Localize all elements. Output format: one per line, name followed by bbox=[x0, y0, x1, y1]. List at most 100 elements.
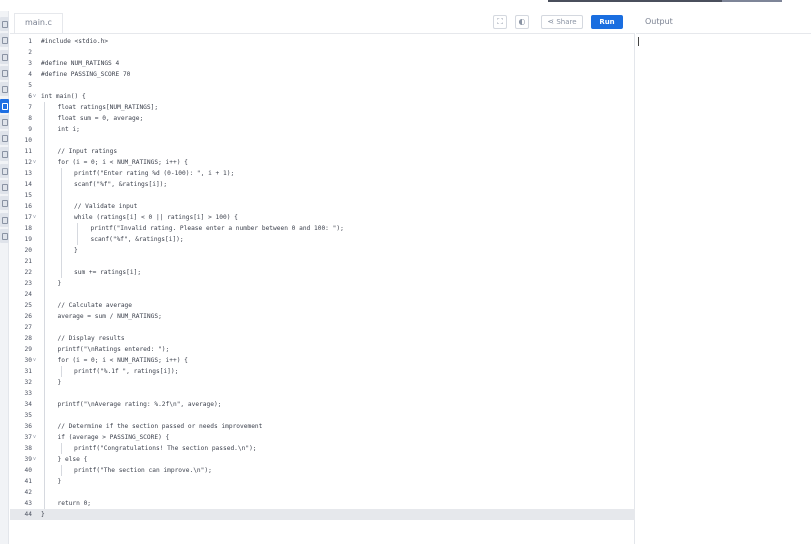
code-line[interactable]: 19 scanf("%f", &ratings[i]); bbox=[10, 234, 635, 245]
code-line[interactable]: 33 bbox=[10, 388, 635, 399]
indent-guide bbox=[44, 278, 45, 289]
output-cursor[interactable] bbox=[638, 37, 639, 46]
indent-guide bbox=[44, 311, 45, 322]
code-line[interactable]: 43 return 0; bbox=[10, 498, 635, 509]
indent-guide bbox=[60, 168, 62, 179]
code-line[interactable]: 27 bbox=[10, 322, 635, 333]
code-line[interactable]: 7 float ratings[NUM_RATINGS]; bbox=[10, 102, 635, 113]
theme-toggle-button[interactable]: ◐ bbox=[515, 15, 529, 29]
code-line[interactable]: 40 printf("The section can improve.\n"); bbox=[10, 465, 635, 476]
line-number: 30 bbox=[24, 357, 32, 364]
code-text: printf("Congratulations! The section pas… bbox=[74, 445, 257, 452]
code-line[interactable]: 16 // Validate input bbox=[10, 201, 635, 212]
warning-icon[interactable] bbox=[0, 212, 9, 227]
code-line[interactable]: 38 printf("Congratulations! The section p… bbox=[10, 443, 635, 454]
line-number: 31 bbox=[24, 368, 32, 375]
indent-guide bbox=[44, 245, 45, 256]
line-number: 41 bbox=[24, 478, 32, 485]
code-line[interactable]: 30 v for (i = 0; i < NUM_RATINGS; i++) { bbox=[10, 355, 635, 366]
box-icon[interactable] bbox=[0, 180, 9, 194]
code-text: // Validate input bbox=[74, 203, 138, 210]
chart-icon[interactable] bbox=[0, 82, 9, 97]
code-line[interactable]: 37 v if (average > PASSING_SCORE) { bbox=[10, 432, 635, 443]
code-icon[interactable] bbox=[0, 147, 9, 162]
code-line[interactable]: 23} bbox=[10, 278, 635, 289]
code-line[interactable]: 3 #define NUM_RATINGS 4 bbox=[10, 58, 635, 69]
code-line[interactable]: 29 printf("\nRatings entered: "); bbox=[10, 344, 635, 355]
code-line[interactable]: 14 scanf("%f", &ratings[i]); bbox=[10, 179, 635, 190]
code-line[interactable]: 35 bbox=[10, 410, 635, 421]
code-line[interactable]: 15 bbox=[10, 190, 635, 201]
code-line[interactable]: 32} bbox=[10, 377, 635, 388]
code-line[interactable]: 17 v while (ratings[i] < 0 || ratings[i] >… bbox=[10, 212, 635, 223]
code-line[interactable]: 6 v int main() { bbox=[10, 91, 635, 102]
code-line[interactable]: 42 bbox=[10, 487, 635, 498]
git-icon[interactable] bbox=[0, 33, 9, 48]
indent-guide bbox=[44, 487, 45, 498]
line-number: 6 bbox=[28, 93, 32, 100]
fold-toggle-icon[interactable]: v bbox=[33, 355, 38, 366]
code-line[interactable]: 41} bbox=[10, 476, 635, 487]
code-line[interactable]: 24 bbox=[10, 289, 635, 300]
code-line[interactable]: 1 #include <stdio.h> bbox=[10, 36, 635, 47]
code-line[interactable]: 12 v for (i = 0; i < NUM_RATINGS; i++) { bbox=[10, 157, 635, 168]
code-line[interactable]: 25 // Calculate average bbox=[10, 300, 635, 311]
line-number: 33 bbox=[24, 390, 32, 397]
indent-guide bbox=[44, 256, 45, 267]
code-line[interactable]: 18 printf("Invalid rating. Please enter a… bbox=[10, 223, 635, 234]
code-line[interactable]: 10 bbox=[10, 135, 635, 146]
code-line[interactable]: 11 // Input ratings bbox=[10, 146, 635, 157]
code-line[interactable]: 26 average = sum / NUM_RATINGS; bbox=[10, 311, 635, 322]
code-line[interactable]: 44} bbox=[10, 509, 635, 520]
file-tab-main-c[interactable]: main.c bbox=[14, 13, 63, 33]
code-line[interactable]: 9 int i; bbox=[10, 124, 635, 135]
line-number: 9 bbox=[28, 126, 32, 133]
code-line[interactable]: 13 printf("Enter rating %d (0-100): ", i … bbox=[10, 168, 635, 179]
expand-icon: ⛶ bbox=[497, 17, 503, 26]
code-line[interactable]: 21 bbox=[10, 256, 635, 267]
fold-toggle-icon[interactable]: v bbox=[33, 157, 38, 168]
code-text: float ratings[NUM_RATINGS]; bbox=[57, 104, 159, 111]
run-button[interactable]: Run bbox=[591, 15, 623, 29]
code-line[interactable]: 36 // Determine if the section passed or … bbox=[10, 421, 635, 432]
code-line[interactable]: 34 printf("\nAverage rating: %.2f\n", ave… bbox=[10, 399, 635, 410]
code-text: return 0; bbox=[57, 500, 92, 507]
code-text: #define PASSING_SCORE 70 bbox=[41, 71, 131, 78]
fold-toggle-icon[interactable]: v bbox=[33, 91, 38, 102]
gear-icon[interactable] bbox=[0, 131, 9, 146]
c-language-icon[interactable] bbox=[0, 98, 9, 113]
fullscreen-button[interactable]: ⛶ bbox=[493, 15, 507, 29]
code-line[interactable]: 8 float sum = 0, average; bbox=[10, 113, 635, 124]
code-text: float sum = 0, average; bbox=[57, 115, 144, 122]
code-text: // Calculate average bbox=[57, 302, 133, 309]
file-icon[interactable] bbox=[0, 17, 9, 31]
code-line[interactable]: 2 bbox=[10, 47, 635, 58]
code-text: sum += ratings[i]; bbox=[74, 269, 142, 276]
line-number: 25 bbox=[24, 302, 32, 309]
fold-toggle-icon[interactable]: v bbox=[33, 212, 38, 223]
settings-icon[interactable] bbox=[0, 114, 9, 129]
terminal-icon[interactable] bbox=[0, 49, 9, 64]
share-button[interactable]: ⋖ Share bbox=[541, 15, 583, 29]
half-moon-icon: ◐ bbox=[518, 17, 526, 26]
fold-toggle-icon[interactable]: v bbox=[33, 432, 38, 443]
book-icon[interactable] bbox=[0, 65, 9, 80]
code-line[interactable]: 39 v} else { bbox=[10, 454, 635, 465]
code-line[interactable]: 31 printf("%.1f ", ratings[i]); bbox=[10, 366, 635, 377]
indent-guide bbox=[60, 179, 62, 190]
link-icon[interactable] bbox=[0, 163, 9, 178]
output-title: Output bbox=[645, 17, 673, 26]
indent-guide bbox=[77, 223, 78, 234]
code-line[interactable]: 22 sum += ratings[i]; bbox=[10, 267, 635, 278]
fold-toggle-icon[interactable]: v bbox=[33, 454, 38, 465]
line-number: 14 bbox=[24, 181, 32, 188]
globe-icon[interactable] bbox=[0, 196, 9, 211]
code-area[interactable]: 1 #include <stdio.h> 2 3 #define NUM_RATINGS… bbox=[10, 35, 635, 544]
code-editor: main.c ⛶ ◐ ⋖ Share Run 1 #include <stdio.… bbox=[10, 11, 635, 544]
code-text: // Input ratings bbox=[57, 148, 118, 155]
code-line[interactable]: 4 #define PASSING_SCORE 70 bbox=[10, 69, 635, 80]
code-line[interactable]: 5 bbox=[10, 80, 635, 91]
bug-icon[interactable] bbox=[0, 228, 9, 243]
code-line[interactable]: 20} bbox=[10, 245, 635, 256]
code-line[interactable]: 28 // Display results bbox=[10, 333, 635, 344]
